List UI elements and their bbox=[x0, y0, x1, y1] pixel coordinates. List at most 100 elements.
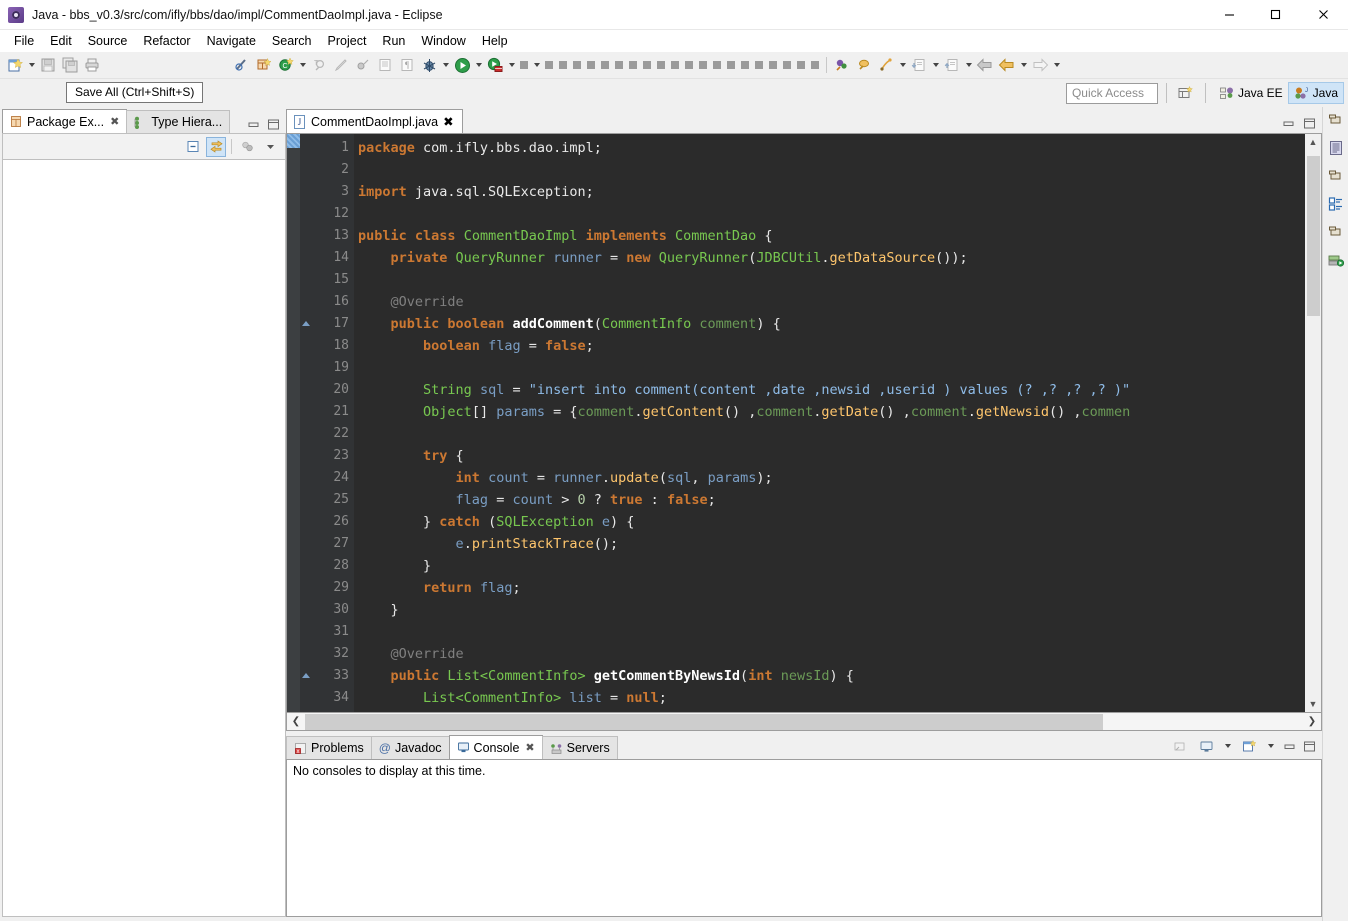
left-panel-minimize-icon[interactable] bbox=[246, 117, 260, 131]
package-explorer-tree[interactable] bbox=[2, 159, 286, 917]
new-wizard-dropdown-icon[interactable] bbox=[26, 54, 37, 76]
code-line[interactable] bbox=[354, 203, 1305, 225]
menu-edit[interactable]: Edit bbox=[42, 32, 80, 50]
menu-project[interactable]: Project bbox=[320, 32, 375, 50]
editor-area[interactable]: 1 2 3 12 13 14 15 16 17 18 19 20 21 22 23 24 25 26 27 28 29 3… bbox=[286, 133, 1322, 713]
open-console-icon[interactable] bbox=[1239, 736, 1259, 756]
servers-view-icon[interactable] bbox=[1327, 251, 1345, 269]
code-line[interactable]: return flag; bbox=[354, 577, 1305, 599]
code-line[interactable] bbox=[354, 423, 1305, 445]
menu-run[interactable]: Run bbox=[374, 32, 413, 50]
run-external-dropdown-icon[interactable] bbox=[506, 54, 517, 76]
scroll-left-icon[interactable]: ❮ bbox=[287, 714, 305, 730]
display-selected-console-icon[interactable] bbox=[1196, 736, 1216, 756]
tab-console-close-icon[interactable]: ✖ bbox=[525, 741, 534, 754]
code-line[interactable]: } bbox=[354, 555, 1305, 577]
scroll-right-icon[interactable]: ❯ bbox=[1303, 714, 1321, 730]
new-java-class-dropdown-icon[interactable] bbox=[297, 54, 308, 76]
new-wizard-icon[interactable] bbox=[4, 54, 26, 76]
editor-horizontal-scrollbar[interactable]: ❮ ❯ bbox=[286, 713, 1322, 731]
restore-view-icon-3[interactable] bbox=[1327, 223, 1345, 241]
collapse-all-icon[interactable] bbox=[183, 137, 203, 157]
perspective-java[interactable]: J Java bbox=[1287, 82, 1344, 104]
new-java-class-icon[interactable]: C bbox=[275, 54, 297, 76]
menu-window[interactable]: Window bbox=[413, 32, 473, 50]
code-line[interactable] bbox=[354, 269, 1305, 291]
left-panel-maximize-icon[interactable] bbox=[266, 117, 280, 131]
code-line[interactable]: private QueryRunner runner = new QueryRu… bbox=[354, 247, 1305, 269]
menu-navigate[interactable]: Navigate bbox=[199, 32, 264, 50]
restore-view-icon-2[interactable] bbox=[1327, 167, 1345, 185]
console-maximize-icon[interactable] bbox=[1302, 739, 1316, 753]
editor-code[interactable]: package com.ifly.bbs.dao.impl; import ja… bbox=[354, 134, 1305, 712]
code-line[interactable]: public boolean addComment(CommentInfo co… bbox=[354, 313, 1305, 335]
run-external-tools-icon[interactable] bbox=[484, 54, 506, 76]
code-line[interactable]: package com.ifly.bbs.dao.impl; bbox=[354, 137, 1305, 159]
editor-hscroll-track[interactable] bbox=[305, 713, 1303, 730]
console-minimize-icon[interactable] bbox=[1282, 739, 1296, 753]
code-line[interactable]: @Override bbox=[354, 291, 1305, 313]
editor-tab-close-icon[interactable]: ✖ bbox=[443, 114, 453, 129]
quick-access-input[interactable]: Quick Access bbox=[1065, 82, 1158, 104]
back-history-dropdown-icon[interactable] bbox=[1018, 54, 1029, 76]
open-console-dropdown-icon[interactable] bbox=[1265, 735, 1276, 757]
debug-dropdown-icon[interactable] bbox=[440, 54, 451, 76]
reference-search-icon[interactable] bbox=[875, 54, 897, 76]
display-console-dropdown-icon[interactable] bbox=[1222, 735, 1233, 757]
menu-search[interactable]: Search bbox=[264, 32, 320, 50]
properties-view-icon[interactable] bbox=[1327, 195, 1345, 213]
code-line[interactable]: import java.sql.SQLException; bbox=[354, 181, 1305, 203]
previous-annotation-dropdown-icon[interactable] bbox=[963, 54, 974, 76]
code-line[interactable] bbox=[354, 357, 1305, 379]
code-line[interactable] bbox=[354, 621, 1305, 643]
editor-scroll-track[interactable] bbox=[1305, 150, 1321, 696]
editor-tab-commentdaoimpl[interactable]: J CommentDaoImpl.java ✖ bbox=[286, 109, 463, 133]
editor-minimize-icon[interactable] bbox=[1281, 116, 1295, 130]
editor-marker-bar[interactable] bbox=[287, 134, 300, 712]
code-line[interactable]: try { bbox=[354, 445, 1305, 467]
back-history-icon[interactable] bbox=[996, 54, 1018, 76]
stop-dropdown-icon[interactable] bbox=[531, 54, 542, 76]
code-line[interactable]: List<CommentInfo> list = null; bbox=[354, 687, 1305, 709]
tab-package-explorer-close-icon[interactable]: ✖ bbox=[110, 115, 119, 128]
back-icon[interactable] bbox=[974, 54, 996, 76]
search-icon[interactable] bbox=[853, 54, 875, 76]
scroll-down-icon[interactable]: ▼ bbox=[1305, 696, 1321, 712]
menu-source[interactable]: Source bbox=[80, 32, 136, 50]
toggle-mark-occurrences-icon[interactable] bbox=[231, 54, 253, 76]
menu-help[interactable]: Help bbox=[474, 32, 516, 50]
menu-file[interactable]: File bbox=[6, 32, 42, 50]
editor-vertical-scrollbar[interactable]: ▲ ▼ bbox=[1305, 134, 1321, 712]
next-annotation-dropdown-icon[interactable] bbox=[930, 54, 941, 76]
run-dropdown-icon[interactable] bbox=[473, 54, 484, 76]
java-search-icon[interactable] bbox=[831, 54, 853, 76]
code-line[interactable]: } catch (SQLException e) { bbox=[354, 511, 1305, 533]
close-button[interactable] bbox=[1298, 0, 1348, 30]
maximize-button[interactable] bbox=[1252, 0, 1298, 30]
code-line[interactable]: } bbox=[354, 599, 1305, 621]
code-line[interactable]: Object[] params = {comment.getContent() … bbox=[354, 401, 1305, 423]
tab-javadoc[interactable]: @ Javadoc bbox=[370, 736, 450, 759]
tab-type-hierarchy[interactable]: Type Hiera... bbox=[126, 110, 231, 133]
code-line[interactable] bbox=[354, 159, 1305, 181]
search-dropdown-icon[interactable] bbox=[897, 54, 908, 76]
code-line[interactable]: boolean flag = false; bbox=[354, 335, 1305, 357]
outline-view-icon[interactable] bbox=[1327, 139, 1345, 157]
menu-refactor[interactable]: Refactor bbox=[135, 32, 198, 50]
code-line[interactable]: @Override bbox=[354, 643, 1305, 665]
code-line[interactable]: String sql = "insert into comment(conten… bbox=[354, 379, 1305, 401]
editor-maximize-icon[interactable] bbox=[1302, 116, 1316, 130]
code-line[interactable]: public class CommentDaoImpl implements C… bbox=[354, 225, 1305, 247]
open-perspective-icon[interactable] bbox=[1175, 82, 1197, 104]
scroll-up-icon[interactable]: ▲ bbox=[1305, 134, 1321, 150]
console-content[interactable]: No consoles to display at this time. bbox=[286, 759, 1322, 917]
link-with-editor-icon[interactable] bbox=[206, 136, 226, 157]
perspective-java-ee[interactable]: Java EE bbox=[1214, 82, 1288, 104]
editor-hscroll-thumb[interactable] bbox=[305, 713, 1104, 730]
tab-console[interactable]: Console ✖ bbox=[448, 735, 543, 759]
code-line[interactable]: e.printStackTrace(); bbox=[354, 533, 1305, 555]
tab-package-explorer[interactable]: Package Ex... ✖ bbox=[2, 109, 128, 133]
forward-dropdown-icon[interactable] bbox=[1051, 54, 1062, 76]
new-java-package-icon[interactable] bbox=[253, 54, 275, 76]
code-line[interactable]: public List<CommentInfo> getCommentByNew… bbox=[354, 665, 1305, 687]
